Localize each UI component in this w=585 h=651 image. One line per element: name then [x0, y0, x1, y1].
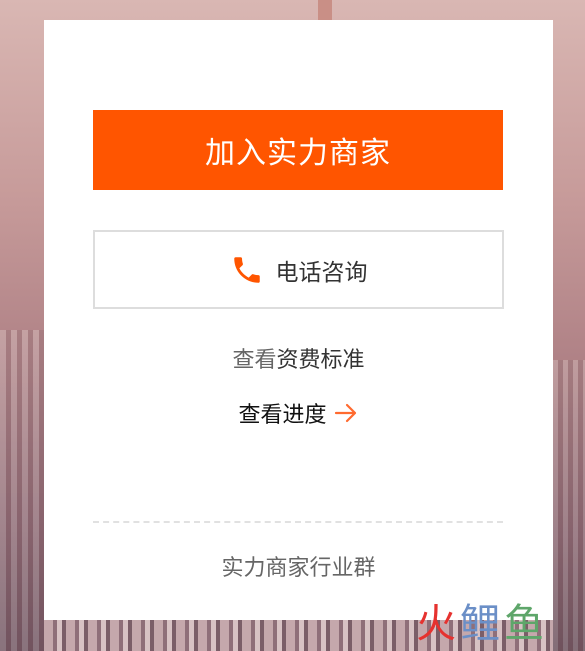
arrow-right-icon — [333, 400, 359, 426]
phone-consult-button[interactable]: 电话咨询 — [93, 230, 504, 309]
watermark-logo: 火 鲤 鱼 — [416, 602, 566, 646]
industry-group-link[interactable]: 实力商家行业群 — [44, 550, 553, 582]
view-fee-link[interactable]: 查看资费标准 — [44, 342, 553, 374]
watermark-char-fish: 鱼 — [504, 601, 544, 647]
view-fee-prefix: 查看 — [232, 348, 277, 373]
phone-consult-label: 电话咨询 — [275, 259, 368, 286]
view-progress-label: 查看进度 — [238, 403, 327, 428]
view-fee-rest: 资费标准 — [276, 348, 365, 373]
join-merchant-button[interactable]: 加入实力商家 — [93, 110, 503, 190]
merchant-card: 加入实力商家 电话咨询 查看资费标准 查看进度 实力商家行业群 — [44, 20, 553, 620]
dashed-divider — [93, 521, 503, 523]
view-progress-link[interactable]: 查看进度 — [44, 397, 553, 429]
join-merchant-label: 加入实力商家 — [205, 136, 391, 171]
background-city-left — [0, 330, 44, 651]
watermark-char-carp: 鲤 — [460, 601, 500, 647]
industry-group-label: 实力商家行业群 — [221, 556, 376, 581]
phone-icon — [230, 253, 264, 287]
watermark-char-fire: 火 — [416, 601, 456, 647]
